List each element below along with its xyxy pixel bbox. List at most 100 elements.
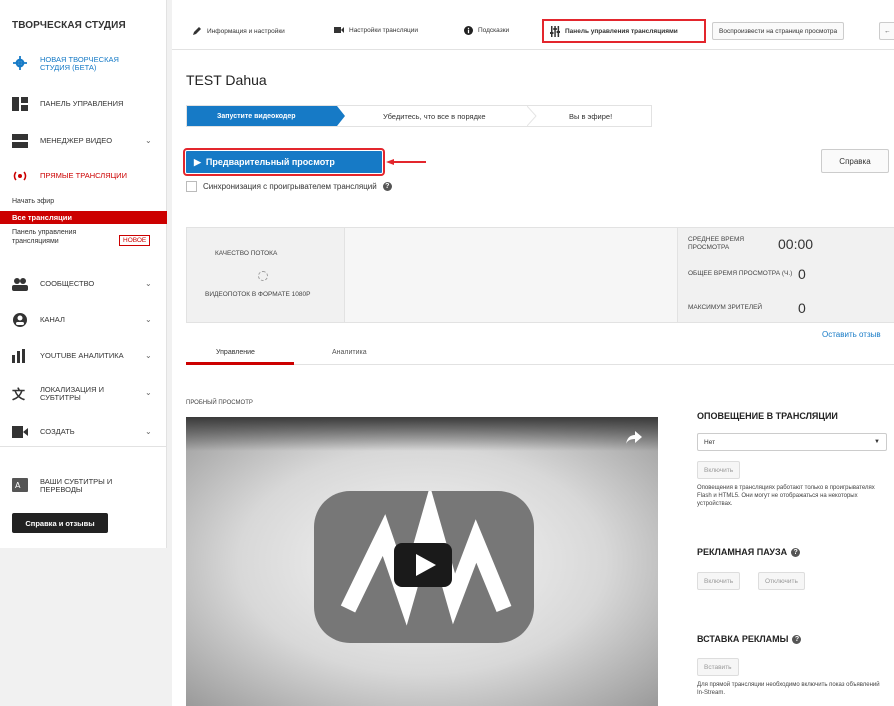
preview-button-label: Предварительный просмотр bbox=[205, 157, 335, 167]
sidebar-sub-all-label: Все трансляции bbox=[12, 213, 72, 222]
pencil-icon bbox=[193, 27, 201, 35]
svg-text:A: A bbox=[15, 481, 21, 490]
help-feedback-button[interactable]: Справка и отзывы bbox=[12, 513, 108, 533]
stats-chart-area bbox=[345, 228, 677, 322]
tab-stream-settings-label: Настройки трансляции bbox=[349, 26, 419, 34]
sidebar-sub-start[interactable]: Начать эфир bbox=[12, 198, 54, 205]
tab-manage[interactable]: Управление bbox=[216, 349, 255, 356]
sidebar-panel: ТВОРЧЕСКАЯ СТУДИЯ НОВАЯ ТВОРЧЕСКАЯ СТУДИ… bbox=[0, 0, 167, 548]
preview-button[interactable]: ▶ Предварительный просмотр bbox=[183, 148, 385, 176]
sidebar-sub-dashboard[interactable]: Панель управления трансляциями bbox=[12, 228, 112, 246]
sidebar-item-dashboard[interactable]: ПАНЕЛЬ УПРАВЛЕНИЯ bbox=[0, 96, 167, 112]
ad-pause-title: РЕКЛАМНАЯ ПАУЗА ? bbox=[697, 547, 801, 557]
share-icon[interactable] bbox=[626, 430, 642, 444]
preview-label: ПРОБНЫЙ ПРОСМОТР bbox=[186, 400, 253, 406]
tabs: Управление Аналитика bbox=[186, 345, 894, 365]
tab-tips[interactable]: Подсказки bbox=[464, 26, 509, 35]
sync-checkbox[interactable] bbox=[186, 181, 197, 192]
alert-note: Оповещения в трансляциях работают только… bbox=[697, 485, 875, 507]
live-broadcast-icon bbox=[13, 171, 27, 181]
red-arrow-annotation bbox=[386, 159, 426, 165]
gear-icon bbox=[13, 56, 27, 70]
chevron-down-icon[interactable]: ⌄ bbox=[145, 388, 152, 397]
back-button[interactable]: ← bbox=[879, 22, 894, 40]
help-icon[interactable]: ? bbox=[792, 634, 802, 644]
sidebar-item-label: СООБЩЕСТВО bbox=[40, 279, 95, 288]
sidebar-item-create[interactable]: СОЗДАТЬ ⌄ bbox=[0, 424, 167, 440]
total-watch-label: ОБЩЕЕ ВРЕМЯ ПРОСМОТРА (Ч.) bbox=[688, 270, 793, 277]
chevron-down-icon[interactable]: ⌄ bbox=[145, 427, 152, 436]
avg-watch-row: СРЕДНЕЕ ВРЕМЯ ПРОСМОТРА 00:00 bbox=[688, 236, 813, 252]
play-on-watch-button[interactable]: Воспроизвести на странице просмотра bbox=[712, 22, 845, 40]
sidebar-item-label: ВАШИ СУБТИТРЫ И ПЕРЕВОДЫ bbox=[40, 477, 113, 494]
subtitles-icon: A bbox=[12, 478, 28, 492]
alert-enable-button[interactable]: Включить bbox=[697, 461, 741, 479]
play-icon: ▶ bbox=[194, 156, 201, 167]
sidebar-item-label: ПРЯМЫЕ ТРАНСЛЯЦИИ bbox=[40, 171, 127, 180]
top-nav: Информация и настройки Настройки трансля… bbox=[172, 14, 894, 50]
new-badge: НОВОЕ bbox=[119, 235, 151, 246]
stepper: Запустите видеокодер Убедитесь, что все … bbox=[186, 105, 652, 127]
stream-stats: КАЧЕСТВО ПОТОКА ВИДЕОПОТОК В ФОРМАТЕ 108… bbox=[186, 227, 894, 323]
avg-watch-value: 00:00 bbox=[778, 236, 814, 252]
ad-insert-button[interactable]: Вставить bbox=[697, 658, 739, 676]
help-button[interactable]: Справка bbox=[821, 149, 889, 173]
step-separator bbox=[527, 106, 537, 126]
sidebar-divider bbox=[0, 446, 166, 447]
caret-down-icon: ▼ bbox=[874, 439, 880, 445]
tab-stream-settings[interactable]: Настройки трансляции bbox=[334, 26, 418, 34]
sidebar-item-localization[interactable]: 文 ЛОКАЛИЗАЦИЯ И СУБТИТРЫ ⌄ bbox=[0, 383, 167, 403]
sidebar-item-live[interactable]: ПРЯМЫЕ ТРАНСЛЯЦИИ bbox=[0, 168, 167, 184]
sync-label: Синхронизация с проигрывателем трансляци… bbox=[203, 182, 377, 191]
chevron-down-icon[interactable]: ⌄ bbox=[145, 315, 152, 324]
max-viewers-row: МАКСИМУМ ЗРИТЕЛЕЙ 0 bbox=[688, 300, 806, 316]
stream-quality-note: ВИДЕОПОТОК В ФОРМАТЕ 1080P bbox=[205, 291, 311, 298]
sidebar-title: ТВОРЧЕСКАЯ СТУДИЯ bbox=[12, 20, 126, 31]
ad-insert-note: Для прямой трансляции необходимо включит… bbox=[697, 682, 880, 696]
stats-metrics: СРЕДНЕЕ ВРЕМЯ ПРОСМОТРА 00:00 ОБЩЕЕ ВРЕМ… bbox=[677, 228, 894, 322]
sidebar-item-label: СОЗДАТЬ bbox=[40, 427, 75, 436]
tab-live-dashboard[interactable]: Панель управления трансляциями bbox=[550, 26, 678, 37]
max-viewers-value: 0 bbox=[798, 300, 806, 316]
sync-row: Синхронизация с проигрывателем трансляци… bbox=[186, 181, 392, 192]
sidebar-item-label: МЕНЕДЖЕР ВИДЕО bbox=[40, 136, 113, 145]
sidebar-item-new-studio[interactable]: НОВАЯ ТВОРЧЕСКАЯ СТУДИЯ (БЕТА) bbox=[0, 52, 167, 76]
chevron-down-icon[interactable]: ⌄ bbox=[145, 136, 152, 145]
stream-quality-label: КАЧЕСТВО ПОТОКА bbox=[215, 250, 278, 257]
sidebar-item-community[interactable]: СООБЩЕСТВО ⌄ bbox=[0, 276, 167, 292]
sidebar-item-label: ПАНЕЛЬ УПРАВЛЕНИЯ bbox=[40, 99, 124, 108]
channel-icon bbox=[13, 313, 27, 327]
sidebar-item-label: ЛОКАЛИЗАЦИЯ И СУБТИТРЫ bbox=[40, 385, 104, 402]
dashboard-icon bbox=[12, 97, 28, 111]
step-start-encoder: Запустите видеокодер bbox=[187, 106, 345, 126]
alert-select[interactable]: Нет ▼ bbox=[697, 433, 887, 451]
ad-pause-enable-button[interactable]: Включить bbox=[697, 572, 741, 590]
tab-info-settings[interactable]: Информация и настройки bbox=[192, 26, 285, 36]
sidebar-item-video-manager[interactable]: МЕНЕДЖЕР ВИДЕО ⌄ bbox=[0, 133, 167, 149]
sidebar-item-channel[interactable]: КАНАЛ ⌄ bbox=[0, 312, 167, 328]
tab-analytics[interactable]: Аналитика bbox=[332, 349, 367, 356]
sidebar-item-subtitles[interactable]: A ВАШИ СУБТИТРЫ И ПЕРЕВОДЫ bbox=[0, 476, 167, 496]
help-icon[interactable]: ? bbox=[791, 547, 801, 557]
step-check: Убедитесь, что все в порядке bbox=[383, 112, 486, 121]
sidebar-item-analytics[interactable]: YOUTUBE АНАЛИТИКА ⌄ bbox=[0, 348, 167, 364]
ad-pause-disable-button[interactable]: Отключить bbox=[758, 572, 805, 590]
ad-pause-title-text: РЕКЛАМНАЯ ПАУЗА bbox=[697, 547, 788, 557]
feedback-link[interactable]: Оставить отзыв bbox=[822, 330, 881, 339]
sidebar-item-label: КАНАЛ bbox=[40, 315, 65, 324]
info-icon bbox=[464, 26, 473, 35]
help-icon[interactable]: ? bbox=[382, 182, 392, 191]
youtube-logo-icon bbox=[314, 491, 534, 643]
sidebar-item-label: НОВАЯ ТВОРЧЕСКАЯ СТУДИЯ (БЕТА) bbox=[40, 55, 119, 72]
sidebar: ТВОРЧЕСКАЯ СТУДИЯ НОВАЯ ТВОРЧЕСКАЯ СТУДИ… bbox=[0, 0, 167, 706]
tab-live-dashboard-label: Панель управления трансляциями bbox=[565, 28, 678, 35]
ad-insert-title-text: ВСТАВКА РЕКЛАМЫ bbox=[697, 634, 789, 644]
video-top-bar bbox=[186, 417, 658, 451]
chevron-down-icon[interactable]: ⌄ bbox=[145, 279, 152, 288]
sidebar-sub-all-active[interactable]: Все трансляции bbox=[0, 211, 167, 224]
chevron-down-icon[interactable]: ⌄ bbox=[145, 351, 152, 360]
loading-spinner-icon bbox=[258, 271, 268, 281]
camera-icon bbox=[334, 27, 344, 33]
video-player[interactable] bbox=[186, 417, 658, 706]
video-manager-icon bbox=[12, 134, 28, 148]
